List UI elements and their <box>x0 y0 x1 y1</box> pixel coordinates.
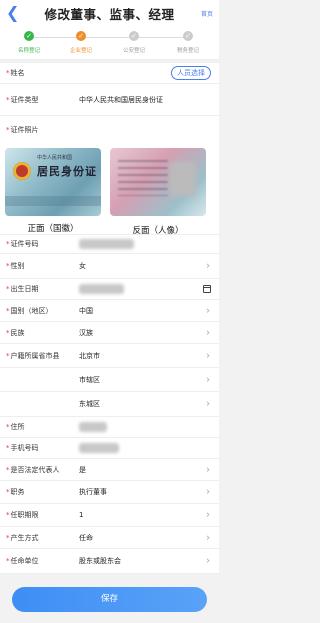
card-text-blurred <box>118 160 168 196</box>
chevron-right-icon: › <box>206 305 210 316</box>
top-bar: ❮ 修改董事、监事、经理 首页 <box>0 0 219 26</box>
step-enterprise-registration: ✓ 企业登记 <box>56 31 106 54</box>
calendar-icon[interactable] <box>203 285 211 293</box>
birth-date-row[interactable]: *出生日期 <box>0 279 219 300</box>
chevron-right-icon: › <box>206 260 210 272</box>
phone-row[interactable]: *手机号码 <box>0 438 219 459</box>
hukou-district-value: 东城区 <box>79 400 100 408</box>
person-select-button[interactable]: 人员选择 <box>171 66 211 80</box>
step-label: 企业登记 <box>69 48 92 54</box>
chevron-right-icon: › <box>206 555 210 567</box>
gender-value: 女 <box>79 262 86 270</box>
method-value: 任命 <box>79 533 93 542</box>
progress-steps: ✓ 名称登记 ✓ 企业登记 ✓ 公安登记 ✓ 税务登记 <box>0 26 219 60</box>
step-label: 名称登记 <box>17 48 40 54</box>
page-title: 修改董事、监事、经理 <box>44 6 175 22</box>
address-redacted <box>79 422 107 432</box>
step-label: 公安登记 <box>122 48 145 54</box>
hukou-province-value: 北京市 <box>79 351 100 360</box>
home-link[interactable]: 首页 <box>201 9 213 18</box>
id-card-back-photo[interactable] <box>110 148 206 216</box>
chevron-right-icon: › <box>206 486 210 498</box>
portrait-blurred <box>170 162 196 196</box>
chevron-right-icon: › <box>206 464 210 475</box>
check-icon: ✓ <box>183 31 193 41</box>
position-label: *职务 <box>6 488 25 496</box>
legal-rep-row[interactable]: *是否法定代表人 是 › <box>0 459 219 481</box>
nation-row[interactable]: *国别（地区） 中国 › <box>0 300 219 322</box>
ethnic-label: *民族 <box>6 328 25 337</box>
address-label: *住所 <box>6 423 25 431</box>
card-country-text: 中华人民共和国 <box>37 155 73 161</box>
hukou-district-row[interactable]: 东城区 › <box>0 392 219 417</box>
id-card-front-photo[interactable]: 中华人民共和国 居民身份证 <box>5 148 101 216</box>
id-type-label: *证件类型 <box>6 95 39 104</box>
id-number-redacted <box>79 239 134 249</box>
national-emblem-icon <box>13 162 31 180</box>
check-icon: ✓ <box>76 31 86 41</box>
method-label: *产生方式 <box>6 533 39 542</box>
gender-label: *性别 <box>6 262 25 270</box>
ethnic-value: 汉族 <box>79 328 93 337</box>
hukou-city-row[interactable]: 市辖区 › <box>0 368 219 392</box>
step-name-registration: ✓ 名称登记 <box>4 31 54 54</box>
id-number-label: *证件号码 <box>6 240 39 248</box>
save-button[interactable]: 保存 <box>12 587 207 612</box>
chevron-right-icon: › <box>206 327 210 338</box>
phone-redacted <box>79 443 119 453</box>
phone-label: *手机号码 <box>6 444 39 452</box>
chevron-right-icon: › <box>206 398 210 410</box>
term-label: *任职期限 <box>6 511 39 519</box>
birth-date-label: *出生日期 <box>6 285 39 293</box>
chevron-right-icon: › <box>206 374 210 385</box>
back-arrow-icon[interactable]: ❮ <box>6 4 20 22</box>
ethnic-row[interactable]: *民族 汉族 › <box>0 322 219 344</box>
id-type-value: 中华人民共和国居民身份证 <box>79 95 163 104</box>
hukou-label: *户籍所属省市县 <box>6 351 60 360</box>
nation-label: *国别（地区） <box>6 306 53 315</box>
name-row: *姓名 人员选择 <box>0 63 219 84</box>
id-type-row[interactable]: *证件类型 中华人民共和国居民身份证 <box>0 84 219 116</box>
step-label: 税务登记 <box>176 48 199 54</box>
term-value: 1 <box>79 511 84 519</box>
id-number-row[interactable]: *证件号码 <box>0 235 219 254</box>
hukou-province-row[interactable]: *户籍所属省市县 北京市 › <box>0 344 219 368</box>
card-title-text: 居民身份证 <box>37 165 97 178</box>
appoint-unit-value: 股东或股东会 <box>79 557 121 565</box>
step-tax-registration: ✓ 税务登记 <box>163 31 213 54</box>
position-row[interactable]: *职务 执行董事 › <box>0 481 219 504</box>
hukou-city-value: 市辖区 <box>79 375 100 384</box>
gender-row[interactable]: *性别 女 › <box>0 254 219 279</box>
id-photos: 中华人民共和国 居民身份证 正面（国徽） 反面（人像） <box>0 143 219 236</box>
front-caption: 正面（国徽） <box>27 224 79 234</box>
appoint-unit-row[interactable]: *任命单位 股东或股东会 › <box>0 549 219 574</box>
check-icon: ✓ <box>129 31 139 41</box>
term-row[interactable]: *任职期限 1 › <box>0 504 219 527</box>
nation-value: 中国 <box>79 306 93 315</box>
chevron-right-icon: › <box>206 509 210 521</box>
method-row[interactable]: *产生方式 任命 › <box>0 527 219 549</box>
id-photo-label: *证件照片 <box>6 125 39 134</box>
card-band <box>5 196 101 206</box>
id-photo-row: *证件照片 <box>0 116 219 143</box>
name-label: *姓名 <box>6 69 25 77</box>
legal-rep-label: *是否法定代表人 <box>6 465 60 474</box>
step-police-registration: ✓ 公安登记 <box>109 31 159 54</box>
birth-date-redacted <box>79 284 124 294</box>
appoint-unit-label: *任命单位 <box>6 557 39 565</box>
legal-rep-value: 是 <box>79 465 86 474</box>
position-value: 执行董事 <box>79 488 107 496</box>
check-icon: ✓ <box>24 31 34 41</box>
address-row[interactable]: *住所 <box>0 417 219 438</box>
chevron-right-icon: › <box>206 350 210 361</box>
chevron-right-icon: › <box>206 532 210 543</box>
